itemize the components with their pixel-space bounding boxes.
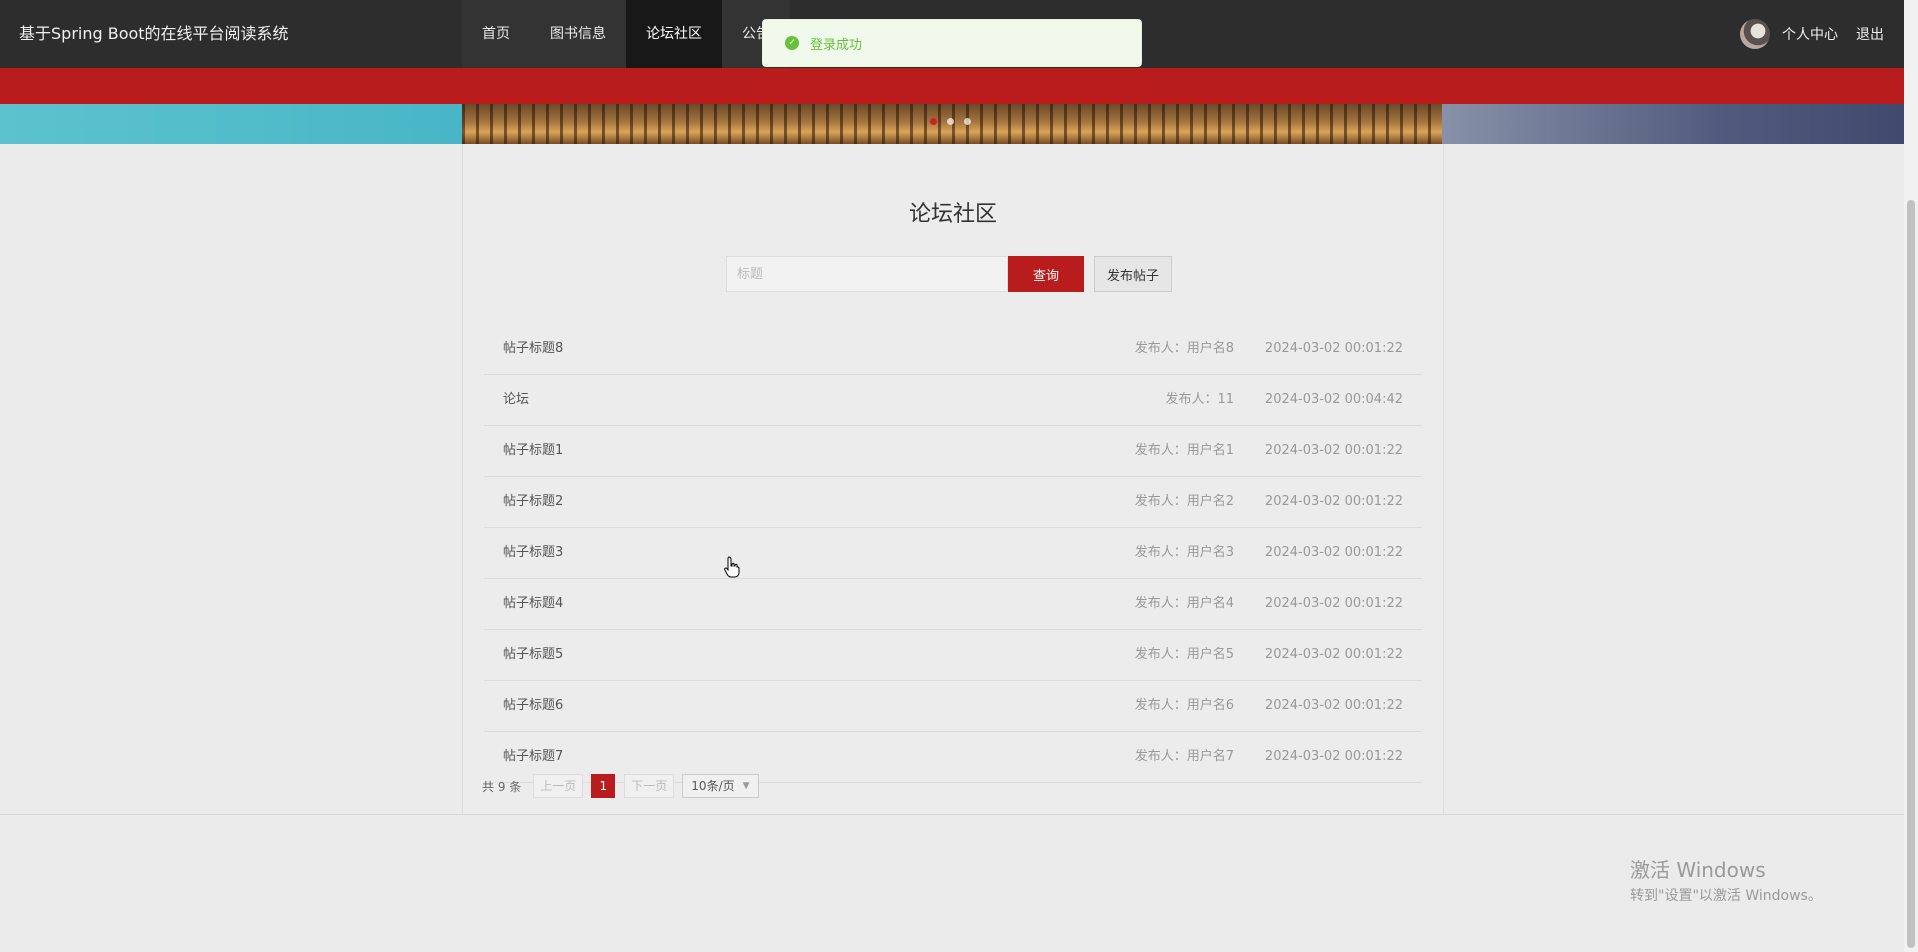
toast-message: 登录成功 (810, 37, 863, 53)
logout-link[interactable]: 退出 (1856, 24, 1884, 44)
list-item[interactable]: 帖子标题3 发布人：用户名3 2024-03-02 00:01:22 (484, 528, 1422, 579)
hand-cursor-icon (724, 556, 740, 578)
list-item[interactable]: 帖子标题4 发布人：用户名4 2024-03-02 00:01:22 (484, 579, 1422, 630)
site-title[interactable]: 基于Spring Boot的在线平台阅读系统 (19, 0, 289, 68)
post-title[interactable]: 帖子标题1 (503, 426, 563, 476)
list-item[interactable]: 帖子标题2 发布人：用户名2 2024-03-02 00:01:22 (484, 477, 1422, 528)
watermark-line1: 激活 Windows (1630, 858, 1766, 882)
list-item[interactable]: 帖子标题1 发布人：用户名1 2024-03-02 00:01:22 (484, 426, 1422, 477)
nav-item-home[interactable]: 首页 (462, 0, 530, 68)
post-time: 2024-03-02 00:01:22 (1264, 545, 1403, 560)
post-time: 2024-03-02 00:01:22 (1264, 596, 1403, 611)
post-time: 2024-03-02 00:01:22 (1264, 698, 1403, 713)
post-title[interactable]: 帖子标题6 (503, 681, 563, 731)
list-item[interactable]: 论坛 发布人：11 2024-03-02 00:04:42 (484, 375, 1422, 426)
post-title[interactable]: 帖子标题8 (503, 324, 563, 374)
post-time: 2024-03-02 00:04:42 (1264, 392, 1403, 407)
check-circle-icon: ✓ (785, 36, 799, 50)
banner-library-image[interactable] (462, 104, 1442, 144)
login-success-toast: ✓ 登录成功 (762, 19, 1142, 67)
nav-item-forum[interactable]: 论坛社区 (626, 0, 722, 68)
post-title[interactable]: 帖子标题5 (503, 630, 563, 680)
chevron-down-icon: ▼ (742, 781, 750, 791)
carousel-dot[interactable] (947, 118, 954, 125)
post-title[interactable]: 论坛 (503, 375, 529, 425)
post-author: 发布人：用户名4 (1134, 596, 1234, 611)
post-author: 发布人：用户名2 (1134, 494, 1234, 509)
watermark-line2: 转到"设置"以激活 Windows。 (1630, 888, 1822, 904)
pagination: 共 9 条 上一页 1 下一页 10条/页 ▼ (482, 774, 759, 798)
post-title[interactable]: 帖子标题3 (503, 528, 563, 578)
publish-post-button[interactable]: 发布帖子 (1094, 256, 1172, 292)
list-item[interactable]: 帖子标题5 发布人：用户名5 2024-03-02 00:01:22 (484, 630, 1422, 681)
search-bar: 查询 发布帖子 (726, 256, 1172, 292)
post-author: 发布人：用户名8 (1134, 341, 1234, 356)
pagination-total: 共 9 条 (482, 779, 522, 794)
post-list: 帖子标题8 发布人：用户名8 2024-03-02 00:01:22 论坛 发布… (484, 324, 1422, 783)
post-author: 发布人：用户名7 (1134, 749, 1234, 764)
post-author: 发布人：用户名5 (1134, 647, 1234, 662)
banner-carousel (0, 104, 1904, 144)
post-author: 发布人：11 (1165, 392, 1234, 407)
page-size-label: 10条/页 (691, 779, 735, 793)
avatar[interactable] (1740, 19, 1770, 49)
list-item[interactable]: 帖子标题6 发布人：用户名6 2024-03-02 00:01:22 (484, 681, 1422, 732)
carousel-indicators (930, 118, 971, 125)
post-author: 发布人：用户名6 (1134, 698, 1234, 713)
post-title[interactable]: 帖子标题4 (503, 579, 563, 629)
search-button[interactable]: 查询 (1008, 256, 1084, 292)
main-nav: 首页 图书信息 论坛社区 公告 (462, 0, 790, 68)
post-time: 2024-03-02 00:01:22 (1264, 443, 1403, 458)
page-scrollbar[interactable] (1904, 0, 1918, 952)
next-page-button[interactable]: 下一页 (624, 774, 675, 798)
user-center-link[interactable]: 个人中心 (1782, 24, 1838, 44)
carousel-dot[interactable] (930, 118, 937, 125)
banner-right-image (1442, 104, 1904, 144)
user-area: 个人中心 退出 (1740, 0, 1884, 68)
footer-divider (0, 814, 1904, 815)
forum-panel: 论坛社区 查询 发布帖子 帖子标题8 发布人：用户名8 2024-03-02 0… (462, 144, 1444, 814)
page-number-button[interactable]: 1 (591, 774, 616, 798)
post-time: 2024-03-02 00:01:22 (1264, 494, 1403, 509)
page-size-select[interactable]: 10条/页 ▼ (682, 774, 759, 798)
post-time: 2024-03-02 00:01:22 (1264, 341, 1403, 356)
list-item[interactable]: 帖子标题8 发布人：用户名8 2024-03-02 00:01:22 (484, 324, 1422, 375)
windows-activation-watermark: 激活 Windows 转到"设置"以激活 Windows。 (1630, 854, 1822, 905)
banner-left-image (0, 104, 462, 144)
search-input[interactable] (726, 256, 1008, 292)
scrollbar-thumb[interactable] (1907, 200, 1915, 948)
post-time: 2024-03-02 00:01:22 (1264, 647, 1403, 662)
prev-page-button[interactable]: 上一页 (533, 774, 584, 798)
nav-item-books[interactable]: 图书信息 (530, 0, 626, 68)
post-author: 发布人：用户名3 (1134, 545, 1234, 560)
page-title: 论坛社区 (908, 202, 997, 227)
banner-red-band (0, 68, 1904, 104)
carousel-dot[interactable] (964, 118, 971, 125)
post-time: 2024-03-02 00:01:22 (1264, 749, 1403, 764)
post-title[interactable]: 帖子标题2 (503, 477, 563, 527)
post-author: 发布人：用户名1 (1134, 443, 1234, 458)
